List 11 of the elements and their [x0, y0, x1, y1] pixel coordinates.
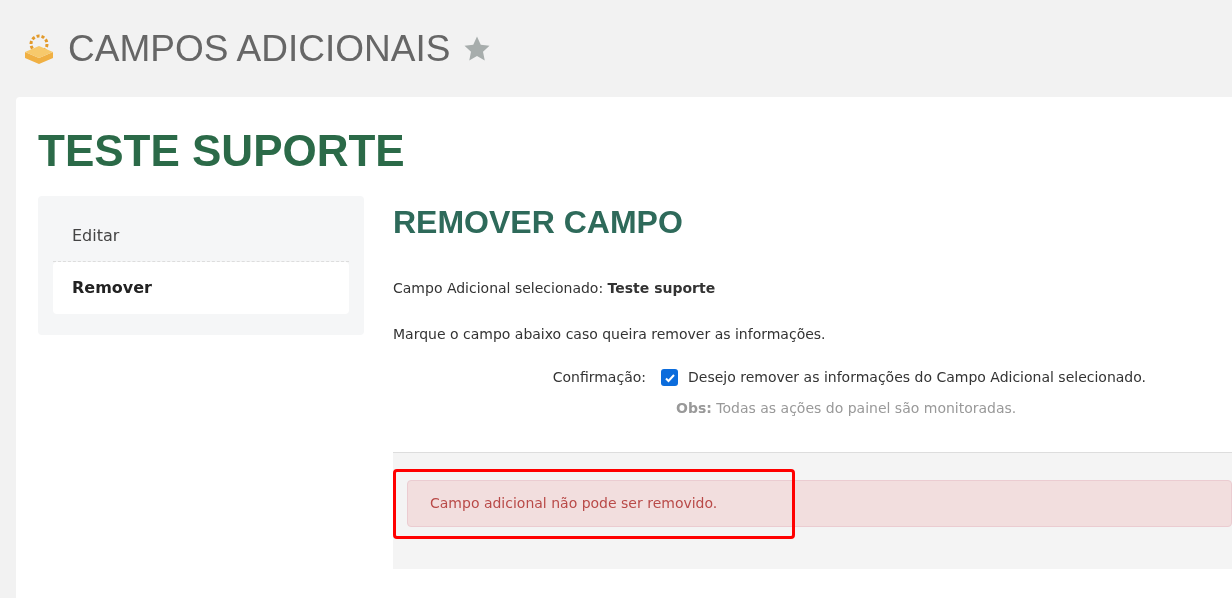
error-alert: Campo adicional não pode ser removido.: [407, 480, 1232, 527]
confirm-text: Desejo remover as informações do Campo Adicional selecionado.: [688, 368, 1147, 387]
checkbox[interactable]: [661, 369, 678, 386]
sidebar-item[interactable]: Remover: [53, 262, 349, 314]
instruction-text: Marque o campo abaixo caso queira remover as informações.: [393, 325, 827, 344]
section-title: REMOVER CAMPO: [393, 203, 684, 242]
selected-field-text: Campo Adicional selecionado: Teste suporte: [393, 279, 717, 298]
record-title: TESTE SUPORTE: [38, 125, 406, 177]
page-title: CAMPOS ADICIONAIS: [68, 30, 451, 67]
confirm-label: Confirmação:: [551, 368, 647, 387]
note-text: Obs: Todas as ações do painel são monitoradas.: [676, 399, 1018, 418]
